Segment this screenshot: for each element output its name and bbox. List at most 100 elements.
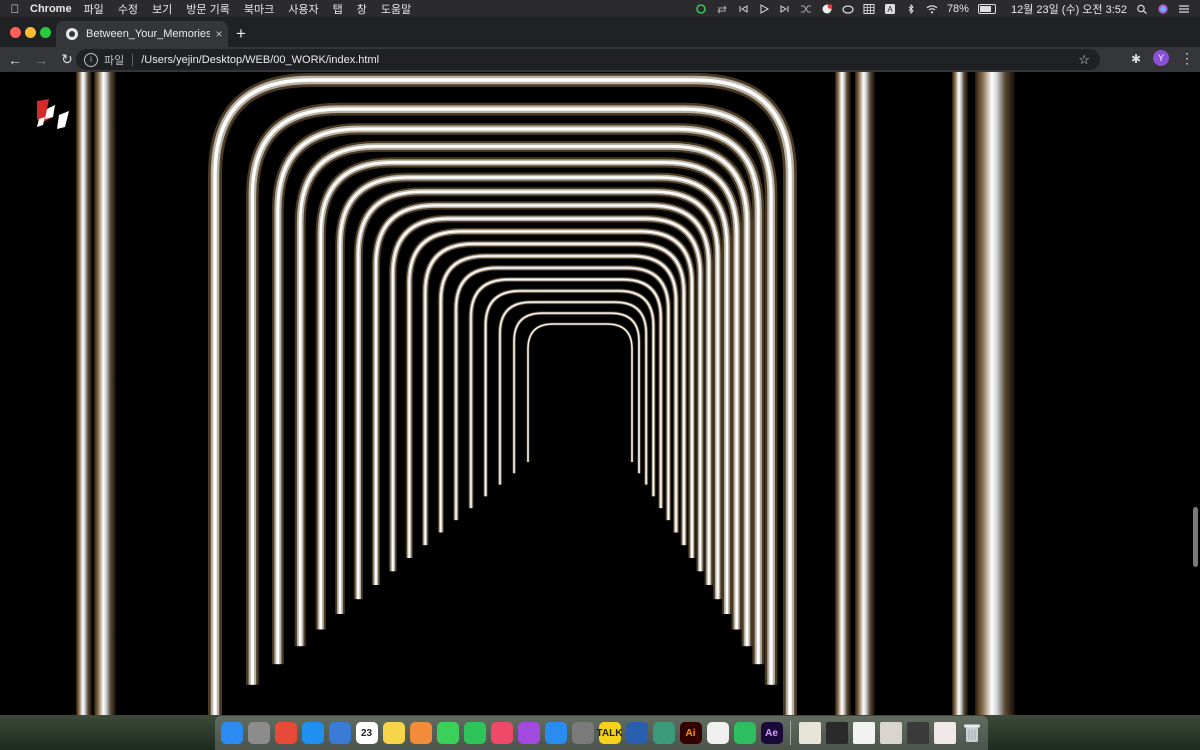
menu-history[interactable]: 방문 기록 xyxy=(186,1,230,17)
chrome-pole xyxy=(952,72,968,715)
talk-icon[interactable]: TALK xyxy=(597,722,622,744)
tab-strip: Between_Your_Memories × + xyxy=(0,17,1200,47)
app-store-icon[interactable] xyxy=(544,722,567,744)
arch-tunnel-artwork[interactable] xyxy=(0,72,1200,715)
menu-bookmarks[interactable]: 북마크 xyxy=(244,1,274,17)
scrollbar-thumb[interactable] xyxy=(1193,507,1198,567)
notification-icon[interactable] xyxy=(821,3,833,14)
compass-icon[interactable] xyxy=(301,722,324,744)
chrome-pole xyxy=(76,72,92,715)
trash-icon[interactable] xyxy=(961,722,983,744)
chrome-pole xyxy=(975,72,1015,715)
dock-apps: 23 TALK Ai Ae xyxy=(218,722,785,744)
extensions-puzzle-icon[interactable]: ✱ xyxy=(1131,52,1141,66)
battery-icon[interactable] xyxy=(977,3,996,14)
chrome-pole xyxy=(855,72,875,715)
menu-edit[interactable]: 수정 xyxy=(118,1,138,17)
chrome-pole xyxy=(94,72,116,715)
address-divider xyxy=(132,53,134,66)
window-minimize-button[interactable] xyxy=(25,27,36,38)
music-note-icon[interactable] xyxy=(490,722,513,744)
recent-window-thumbnail-4[interactable] xyxy=(879,722,902,744)
evernote-icon[interactable] xyxy=(733,722,756,744)
finder-icon[interactable] xyxy=(220,722,243,744)
forward-button[interactable]: → xyxy=(28,52,54,68)
clock[interactable]: 12월 23일 (수) 오전 3:52 xyxy=(1011,1,1127,17)
tab-title: Between_Your_Memories xyxy=(86,28,210,40)
window-close-button[interactable] xyxy=(10,27,21,38)
illustrator-icon[interactable]: Ai xyxy=(679,722,702,744)
input-source-icon[interactable]: A xyxy=(884,3,896,14)
speech-bubble-icon[interactable] xyxy=(436,722,459,744)
browser-menu-icon[interactable]: ⋮ xyxy=(1180,50,1194,67)
shuffle-icon[interactable] xyxy=(800,4,812,14)
dock-recent-windows xyxy=(796,722,958,744)
recent-window-thumbnail-3[interactable] xyxy=(852,722,875,744)
photos-icon[interactable] xyxy=(409,722,432,744)
dock: 23 TALK Ai Ae xyxy=(215,716,988,750)
svg-text:A: A xyxy=(887,5,893,14)
recent-window-thumbnail-6[interactable] xyxy=(933,722,956,744)
apple-menu-icon[interactable]:  xyxy=(0,2,30,16)
tab-close-icon[interactable]: × xyxy=(210,27,228,41)
menu-app-name[interactable]: Chrome xyxy=(30,3,72,15)
previous-track-icon[interactable] xyxy=(737,4,749,14)
bluetooth-icon[interactable] xyxy=(905,3,917,14)
address-bar[interactable]: i 파일 /Users/yejin/Desktop/WEB/00_WORK/in… xyxy=(76,49,1100,70)
podcast-icon[interactable] xyxy=(517,722,540,744)
bookmark-star-icon[interactable]: ☆ xyxy=(1078,52,1090,68)
chrome-arch xyxy=(484,289,655,497)
site-info-icon[interactable]: i xyxy=(84,52,98,67)
next-track-icon[interactable] xyxy=(779,4,791,14)
profile-avatar[interactable]: Y xyxy=(1153,50,1169,66)
menu-file[interactable]: 파일 xyxy=(84,1,104,17)
repeat-icon[interactable] xyxy=(716,4,728,14)
menu-people[interactable]: 사용자 xyxy=(288,1,318,17)
chrome-icon[interactable] xyxy=(274,722,297,744)
creative-cloud-icon[interactable] xyxy=(842,4,854,14)
calendar-icon[interactable]: 23 xyxy=(355,722,378,744)
file-scheme-label: 파일 xyxy=(104,54,125,67)
sphere-icon[interactable] xyxy=(625,722,648,744)
notes-icon[interactable] xyxy=(382,722,405,744)
control-center-icon[interactable] xyxy=(1178,4,1190,14)
chrome-arch-shadow xyxy=(483,288,656,497)
url-text[interactable]: /Users/yejin/Desktop/WEB/00_WORK/index.h… xyxy=(141,54,379,66)
dock-separator xyxy=(790,721,791,745)
video-camera-icon[interactable] xyxy=(463,722,486,744)
menu-tab[interactable]: 탭 xyxy=(333,1,343,17)
grid-app-icon[interactable] xyxy=(863,3,875,14)
preview-icon[interactable] xyxy=(328,722,351,744)
rocket-icon[interactable] xyxy=(247,722,270,744)
recent-window-thumbnail-5[interactable] xyxy=(906,722,929,744)
atom-icon[interactable] xyxy=(652,722,675,744)
back-button[interactable]: ← xyxy=(2,52,28,68)
recent-window-thumbnail-2[interactable] xyxy=(825,722,848,744)
menu-window[interactable]: 창 xyxy=(357,1,367,17)
menu-help[interactable]: 도움말 xyxy=(381,1,411,17)
chrome-arch-highlight xyxy=(485,290,654,497)
tunnel-arches xyxy=(208,73,797,715)
play-icon[interactable] xyxy=(758,3,770,14)
spotlight-search-icon[interactable] xyxy=(1136,4,1148,14)
battery-percent: 78% xyxy=(946,2,969,15)
page-scrollbar[interactable] xyxy=(1190,72,1200,715)
chrome-arch-highlight xyxy=(513,312,640,474)
status-dot-icon[interactable] xyxy=(695,3,707,14)
siri-icon[interactable] xyxy=(1157,3,1169,14)
new-tab-button[interactable]: + xyxy=(236,25,246,42)
chrome-arch xyxy=(513,312,641,474)
chrome-arch xyxy=(527,323,633,462)
browser-toolbar: ← → ↻ i 파일 /Users/yejin/Desktop/WEB/00_W… xyxy=(0,47,1200,72)
wifi-icon[interactable] xyxy=(926,4,938,14)
chrome-arch-highlight xyxy=(527,323,633,462)
after-effects-icon[interactable]: Ae xyxy=(760,722,783,744)
acrobat-icon[interactable] xyxy=(706,722,729,744)
tab-between-your-memories[interactable]: Between_Your_Memories × xyxy=(56,21,228,47)
gear-icon[interactable] xyxy=(571,722,594,744)
menu-view[interactable]: 보기 xyxy=(152,1,172,17)
site-logo-icon[interactable] xyxy=(35,97,71,133)
page-viewport xyxy=(0,72,1200,715)
recent-window-thumbnail-1[interactable] xyxy=(798,722,821,744)
window-zoom-button[interactable] xyxy=(40,27,51,38)
